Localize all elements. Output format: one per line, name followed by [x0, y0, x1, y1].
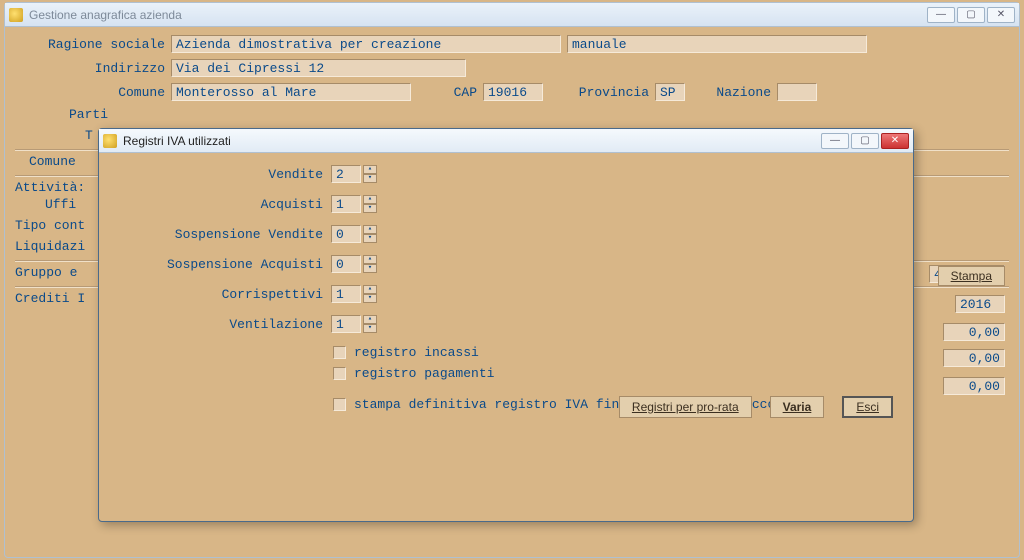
ventilazione-label: Ventilazione — [123, 317, 323, 332]
modal-minimize-button[interactable]: — — [821, 133, 849, 149]
comune-input[interactable] — [171, 83, 411, 101]
main-title: Gestione anagrafica azienda — [29, 8, 927, 22]
maximize-button[interactable]: ▢ — [957, 7, 985, 23]
spin-up-icon[interactable]: ▴ — [363, 315, 377, 324]
gruppo-label-partial: Gruppo e — [15, 265, 107, 280]
spin-up-icon[interactable]: ▴ — [363, 285, 377, 294]
cap-input[interactable] — [483, 83, 543, 101]
value-3[interactable] — [943, 377, 1005, 395]
modal-button-bar: Registri per pro-rata Varia Esci — [619, 396, 893, 418]
corrispettivi-label: Corrispettivi — [123, 287, 323, 302]
stampa-def-checkbox[interactable] — [333, 398, 346, 411]
sosp-vendite-label: Sospensione Vendite — [123, 227, 323, 242]
ragione-sociale-input-2[interactable] — [567, 35, 867, 53]
provincia-input[interactable] — [655, 83, 685, 101]
spin-down-icon[interactable]: ▾ — [363, 234, 377, 243]
spin-up-icon[interactable]: ▴ — [363, 165, 377, 174]
corrispettivi-input[interactable] — [331, 285, 361, 303]
modal-close-button[interactable]: ✕ — [881, 133, 909, 149]
spin-down-icon[interactable]: ▾ — [363, 264, 377, 273]
vendite-input[interactable] — [331, 165, 361, 183]
spin-down-icon[interactable]: ▾ — [363, 204, 377, 213]
cap-label: CAP — [417, 85, 477, 100]
comune-label: Comune — [15, 85, 165, 100]
esci-button-modal[interactable]: Esci — [842, 396, 893, 418]
tipocont-label-partial: Tipo cont — [15, 218, 107, 233]
partita-label-partial: Parti — [69, 107, 161, 122]
app-icon — [9, 8, 23, 22]
spin-up-icon[interactable]: ▴ — [363, 225, 377, 234]
sosp-vendite-input[interactable] — [331, 225, 361, 243]
close-button[interactable]: ✕ — [987, 7, 1015, 23]
app-icon — [103, 134, 117, 148]
incassi-checkbox[interactable] — [333, 346, 346, 359]
modal-titlebar[interactable]: Registri IVA utilizzati — ▢ ✕ — [99, 129, 913, 153]
registri-modal: Registri IVA utilizzati — ▢ ✕ Vendite ▴▾… — [98, 128, 914, 522]
varia-button-modal[interactable]: Varia — [770, 396, 825, 418]
liquidazi-label-partial: Liquidazi — [15, 239, 107, 254]
nazione-input[interactable] — [777, 83, 817, 101]
attivita-label: Attività: — [15, 180, 107, 195]
main-titlebar[interactable]: Gestione anagrafica azienda — ▢ ✕ — [5, 3, 1019, 27]
pagamenti-checkbox[interactable] — [333, 367, 346, 380]
indirizzo-label: Indirizzo — [15, 61, 165, 76]
indirizzo-input[interactable] — [171, 59, 466, 77]
provincia-label: Provincia — [549, 85, 649, 100]
spin-down-icon[interactable]: ▾ — [363, 174, 377, 183]
spin-up-icon[interactable]: ▴ — [363, 255, 377, 264]
incassi-label: registro incassi — [354, 345, 479, 360]
prorata-button[interactable]: Registri per pro-rata — [619, 396, 752, 418]
pagamenti-label: registro pagamenti — [354, 366, 494, 381]
modal-title: Registri IVA utilizzati — [123, 134, 821, 148]
sosp-acquisti-input[interactable] — [331, 255, 361, 273]
sosp-acquisti-label: Sospensione Acquisti — [123, 257, 323, 272]
stampa-button[interactable]: Stampa — [938, 266, 1005, 286]
ragione-label: Ragione sociale — [15, 37, 165, 52]
minimize-button[interactable]: — — [927, 7, 955, 23]
value-1[interactable] — [943, 323, 1005, 341]
ventilazione-input[interactable] — [331, 315, 361, 333]
modal-maximize-button[interactable]: ▢ — [851, 133, 879, 149]
modal-content: Vendite ▴▾ Acquisti ▴▾ Sospensione Vendi… — [99, 153, 913, 430]
spin-up-icon[interactable]: ▴ — [363, 195, 377, 204]
acquisti-label: Acquisti — [123, 197, 323, 212]
nazione-label: Nazione — [691, 85, 771, 100]
acquisti-input[interactable] — [331, 195, 361, 213]
value-2[interactable] — [943, 349, 1005, 367]
ragione-sociale-input[interactable] — [171, 35, 561, 53]
spin-down-icon[interactable]: ▾ — [363, 324, 377, 333]
vendite-label: Vendite — [123, 167, 323, 182]
spin-down-icon[interactable]: ▾ — [363, 294, 377, 303]
